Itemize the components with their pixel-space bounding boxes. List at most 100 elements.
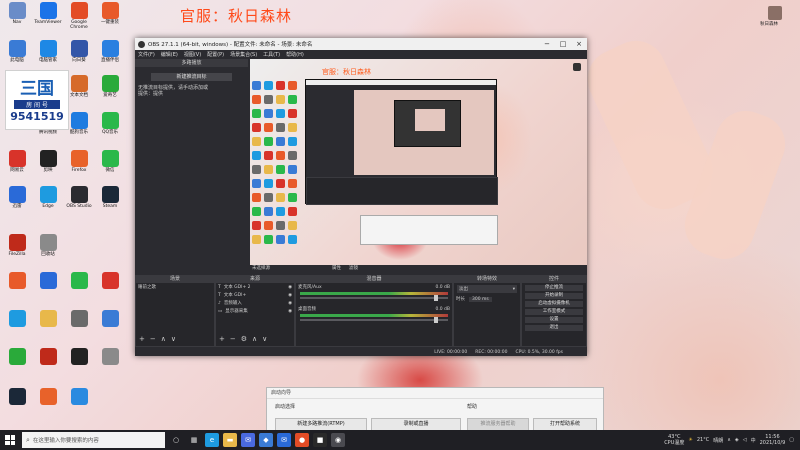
store-icon[interactable]: ◆ — [259, 433, 273, 447]
volume-slider[interactable] — [300, 295, 448, 301]
desktop-icon[interactable] — [95, 272, 125, 290]
desktop-icon[interactable]: 此电脑 — [2, 40, 32, 63]
desktop-icon[interactable]: 剪映 — [33, 150, 63, 173]
network-icon[interactable]: ◈ — [735, 437, 739, 443]
add-source-icon[interactable]: + — [219, 335, 225, 343]
volume-slider[interactable] — [300, 317, 448, 323]
eye-icon[interactable]: ◉ — [288, 293, 292, 298]
source-item[interactable]: T 文本 GDI+ 2 ◉ — [216, 283, 294, 291]
desktop-icon[interactable] — [64, 310, 94, 328]
desktop-icon[interactable]: OBS Studio — [64, 186, 94, 209]
obs-preview[interactable]: 官服：秋日森林 — [250, 59, 587, 265]
eye-icon[interactable]: ◉ — [288, 301, 292, 306]
add-scene-icon[interactable]: + — [139, 335, 145, 343]
desktop-icon[interactable] — [33, 388, 63, 406]
start-recording-button[interactable]: 开始录制 — [525, 293, 583, 299]
eye-icon[interactable]: ◉ — [288, 285, 292, 290]
desktop-icon[interactable]: 一键重装 — [95, 2, 125, 25]
studio-mode-button[interactable]: 工作室模式 — [525, 309, 583, 315]
settings-button[interactable]: 设置 — [525, 317, 583, 323]
desktop-icon[interactable]: Steam — [95, 186, 125, 209]
menu-file[interactable]: 文件(F) — [138, 51, 155, 58]
maximize-icon[interactable]: □ — [555, 40, 571, 48]
chat-icon[interactable]: ✉ — [241, 433, 255, 447]
desktop-icon[interactable]: FileZilla — [2, 234, 32, 257]
eye-icon[interactable]: ◉ — [288, 309, 292, 314]
desktop-icon[interactable]: 向日葵 — [64, 40, 94, 63]
scene-item[interactable]: 睡前之歌 — [136, 283, 214, 291]
desktop-icon[interactable]: Nav — [2, 2, 32, 25]
desktop-icon[interactable] — [64, 348, 94, 366]
desktop-icon[interactable]: Edge — [33, 186, 63, 209]
desktop-icon[interactable]: TeamViewer — [33, 2, 63, 25]
desktop-icon[interactable] — [33, 348, 63, 366]
menu-profile[interactable]: 配置(P) — [207, 51, 224, 58]
mail-icon[interactable]: ✉ — [277, 433, 291, 447]
desktop-icon[interactable]: Firefox — [64, 150, 94, 173]
desktop-icon[interactable]: 微信 — [95, 150, 125, 173]
user-avatar[interactable] — [768, 6, 782, 20]
menu-help[interactable]: 帮助(H) — [286, 51, 304, 58]
desktop-icon[interactable]: QQ音乐 — [95, 112, 125, 135]
desktop-icon[interactable]: 直播伴侣 — [95, 40, 125, 63]
remove-scene-icon[interactable]: − — [150, 335, 156, 343]
room-promo-card[interactable]: 三国 房 间 号 9541519 — [5, 70, 69, 130]
volume-icon[interactable]: ◁ — [743, 437, 747, 443]
transition-select[interactable]: 淡出 ▾ — [457, 285, 517, 293]
notification-icon[interactable]: ▢ — [789, 437, 794, 443]
move-up-icon[interactable]: ∧ — [161, 335, 166, 343]
task-view-icon[interactable]: ○ — [169, 433, 183, 447]
screen-capture-icon[interactable]: ■ — [313, 433, 327, 447]
stop-streaming-button[interactable]: 停止推流 — [525, 285, 583, 291]
move-up-icon[interactable]: ∧ — [252, 335, 257, 343]
desktop-icon[interactable]: Google Chrome — [64, 2, 94, 30]
desktop-icon[interactable]: 迅雷 — [2, 186, 32, 209]
desktop-icon[interactable] — [95, 310, 125, 328]
desktop-icon[interactable] — [64, 388, 94, 406]
desktop-icon[interactable] — [2, 388, 32, 406]
widgets-icon[interactable]: ▦ — [187, 433, 201, 447]
chrome-icon[interactable]: ● — [295, 433, 309, 447]
remove-source-icon[interactable]: − — [230, 335, 236, 343]
obs-window[interactable]: OBS 27.1.1 (64-bit, windows) - 配置文件: 未命名… — [135, 38, 587, 356]
ime-indicator[interactable]: 中 — [751, 437, 756, 444]
start-virtual-camera-button[interactable]: 启动虚拟摄像机 — [525, 301, 583, 307]
duration-input[interactable]: 300 ms — [469, 296, 492, 302]
preview-desktop-icon — [288, 81, 297, 90]
desktop-icon[interactable]: 爱奇艺 — [95, 75, 125, 98]
close-icon[interactable]: × — [571, 40, 587, 48]
menu-edit[interactable]: 编辑(E) — [161, 51, 178, 58]
desktop-icon[interactable] — [95, 348, 125, 366]
clock[interactable]: 11:56 2021/10/9 — [760, 434, 786, 446]
properties-button[interactable]: 属性 — [332, 265, 341, 271]
menu-view[interactable]: 视图(V) — [184, 51, 201, 58]
minimize-icon[interactable]: − — [539, 40, 555, 48]
desktop-icon[interactable] — [33, 310, 63, 328]
desktop-icon[interactable] — [2, 310, 32, 328]
menu-scene-collection[interactable]: 场景集合(S) — [230, 51, 257, 58]
exit-button[interactable]: 退出 — [525, 325, 583, 331]
source-item[interactable]: ▭ 显示器采集 ◉ — [216, 307, 294, 315]
filters-button[interactable]: 滤镜 — [349, 265, 358, 271]
new-stream-target-button[interactable]: 新建推流目标 — [151, 73, 232, 81]
obs-taskbar-icon[interactable]: ◉ — [331, 433, 345, 447]
move-down-icon[interactable]: ∨ — [262, 335, 267, 343]
desktop-icon[interactable] — [64, 272, 94, 290]
obs-titlebar[interactable]: OBS 27.1.1 (64-bit, windows) - 配置文件: 未命名… — [135, 38, 587, 50]
start-button[interactable] — [0, 430, 20, 450]
source-item[interactable]: ♪ 音频输入 ◉ — [216, 299, 294, 307]
source-item[interactable]: T 文本 GDI+ ◉ — [216, 291, 294, 299]
move-down-icon[interactable]: ∨ — [171, 335, 176, 343]
gear-icon[interactable]: ⚙ — [241, 335, 247, 343]
file-explorer-icon[interactable]: ▬ — [223, 433, 237, 447]
edge-icon[interactable]: e — [205, 433, 219, 447]
desktop-icon[interactable]: 网易云 — [2, 150, 32, 173]
menu-tools[interactable]: 工具(T) — [263, 51, 280, 58]
desktop-icon[interactable]: 回收站 — [33, 234, 63, 257]
desktop-icon[interactable] — [2, 272, 32, 290]
desktop-icon[interactable] — [2, 348, 32, 366]
desktop-icon[interactable]: 电脑管家 — [33, 40, 63, 63]
desktop-icon[interactable] — [33, 272, 63, 290]
chevron-up-icon[interactable]: ∧ — [727, 437, 731, 443]
taskbar-search[interactable]: ⌕ 在这里输入你要搜索的内容 — [22, 432, 165, 448]
